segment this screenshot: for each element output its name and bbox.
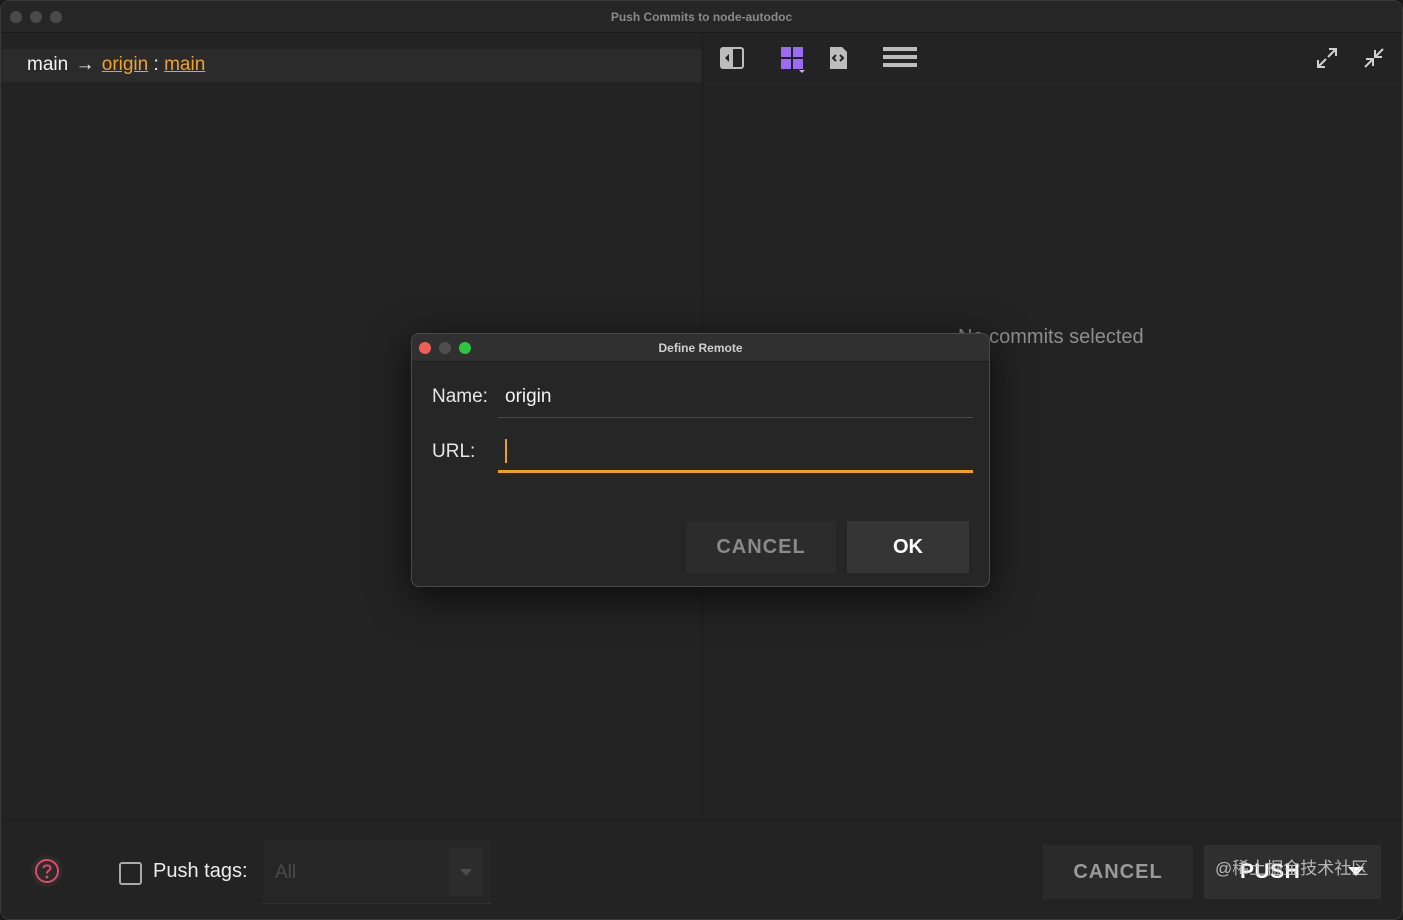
- window-title: Push Commits to node-autodoc: [610, 10, 793, 24]
- split-view-icon[interactable]: [719, 45, 745, 71]
- remote-name-field[interactable]: origin: [498, 376, 973, 418]
- chevron-down-icon: [460, 869, 472, 876]
- tags-select-value: All: [275, 862, 297, 883]
- list-view-icon[interactable]: [883, 45, 917, 71]
- remote-name-value: origin: [505, 386, 552, 407]
- help-button[interactable]: [31, 855, 63, 887]
- dialog-cancel-button[interactable]: CANCEL: [686, 521, 836, 573]
- code-file-icon[interactable]: [825, 45, 851, 71]
- branch-mapping: main → origin : main: [27, 54, 205, 76]
- expand-icon[interactable]: [1315, 46, 1341, 72]
- help-icon: [35, 859, 59, 883]
- remote-link[interactable]: origin: [102, 54, 148, 75]
- local-branch: main: [27, 54, 69, 75]
- window-titlebar: Push Commits to node-autodoc: [1, 1, 1402, 33]
- text-caret: [505, 439, 507, 463]
- url-label: URL:: [432, 441, 476, 462]
- name-label: Name:: [432, 386, 488, 407]
- push-tags-checkbox[interactable]: [119, 862, 142, 885]
- tags-select[interactable]: All: [263, 840, 491, 904]
- collapse-icon[interactable]: [1362, 46, 1388, 72]
- branch-mapping-bar: main → origin : main: [1, 49, 702, 82]
- grid-view-icon[interactable]: [779, 45, 805, 73]
- watermark: @稀土掘金技术社区: [1215, 859, 1369, 878]
- view-toolbar: [703, 33, 1402, 85]
- arrow-right-icon: →: [75, 54, 95, 75]
- branch-separator: :: [153, 54, 159, 75]
- cancel-button[interactable]: CANCEL: [1043, 845, 1193, 899]
- tags-select-dropdown-button[interactable]: [449, 848, 483, 896]
- remote-branch-link[interactable]: main: [164, 54, 205, 75]
- push-footer: Push tags: All CANCEL PUSH: [1, 819, 1402, 919]
- dialog-titlebar: Define Remote: [412, 334, 989, 362]
- define-remote-dialog: Define Remote Name: origin URL: CANCEL O…: [411, 333, 990, 587]
- push-tags-label: Push tags:: [153, 860, 248, 882]
- remote-url-field[interactable]: [498, 431, 973, 473]
- dialog-title: Define Remote: [658, 341, 743, 355]
- dialog-ok-button[interactable]: OK: [847, 521, 969, 573]
